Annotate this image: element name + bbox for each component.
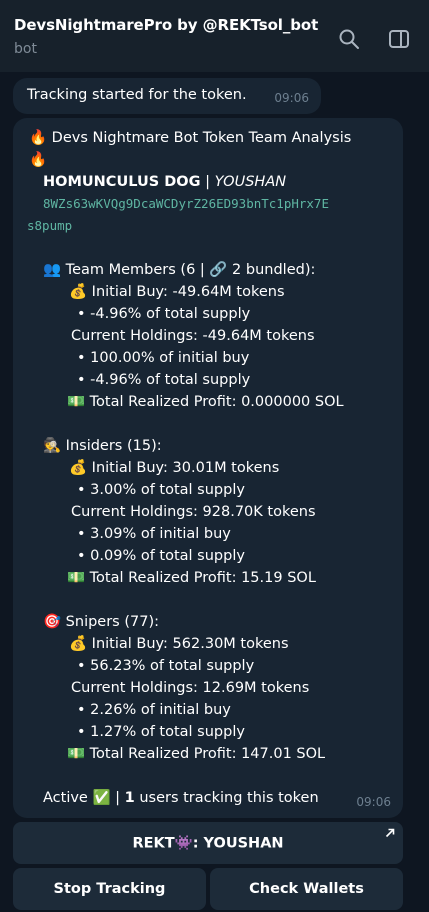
- fire-icon: 🔥: [29, 152, 48, 168]
- message-time: 09:06: [356, 795, 391, 809]
- team-icon: 👥: [43, 262, 62, 278]
- team-heading: 👥 Team Members (6 | 🔗 2 bundled):: [43, 260, 315, 280]
- token-line: HOMUNCULUS DOG | YOUSHAN: [43, 172, 286, 192]
- token-symbol: YOUSHAN: [214, 174, 287, 190]
- insiders-current-holdings: Current Holdings: 928.70K tokens: [71, 504, 316, 520]
- snipers-profit: 💵 Total Realized Profit: 147.01 SOL: [67, 746, 326, 762]
- fire-icon: 🔥: [29, 130, 48, 146]
- tracking-count: 1: [124, 790, 135, 806]
- team-initial-buy: 💰 Initial Buy: -49.64M tokens: [69, 284, 285, 300]
- insiders-pct-initial: • 3.09% of initial buy: [77, 526, 231, 542]
- snipers-pct-initial: • 2.26% of initial buy: [77, 702, 231, 718]
- snipers-initial-supply: • 56.23% of total supply: [77, 658, 255, 674]
- team-heading-text: Team Members (6 | 🔗 2 bundled):: [65, 262, 316, 278]
- message-text: Tracking started for the token.: [27, 87, 247, 103]
- tracking-status: Active ✅ | 1 users tracking this token: [43, 788, 319, 808]
- chat-title[interactable]: DevsNightmarePro by @REKTsol_bot: [14, 16, 318, 34]
- stop-tracking-button[interactable]: Stop Tracking: [13, 868, 206, 910]
- team-pct-initial: • 100.00% of initial buy: [77, 350, 250, 366]
- analysis-title: 🔥 Devs Nightmare Bot Token Team Analysis: [29, 128, 351, 148]
- insiders-heading-text: Insiders (15):: [65, 438, 162, 454]
- team-initial-supply: • -4.96% of total supply: [77, 306, 251, 322]
- insiders-initial-buy: 💰 Initial Buy: 30.01M tokens: [69, 460, 280, 476]
- insiders-pct-supply: • 0.09% of total supply: [77, 548, 245, 564]
- token-separator: |: [200, 174, 215, 190]
- sidebar-toggle-icon[interactable]: [387, 27, 411, 51]
- team-profit: 💵 Total Realized Profit: 0.000000 SOL: [67, 394, 344, 410]
- target-icon: 🎯: [43, 614, 62, 630]
- insiders-profit: 💵 Total Realized Profit: 15.19 SOL: [67, 570, 316, 586]
- analysis-title-text: Devs Nightmare Bot Token Team Analysis: [51, 130, 352, 146]
- external-link-icon: [385, 828, 395, 838]
- check-wallets-button[interactable]: Check Wallets: [210, 868, 403, 910]
- snipers-heading: 🎯 Snipers (77):: [43, 612, 159, 632]
- token-address-cont[interactable]: s8pump: [27, 216, 72, 236]
- active-label: Active ✅ |: [43, 790, 125, 806]
- message-tracking-started: Tracking started for the token. 09:06: [13, 78, 321, 114]
- token-name: HOMUNCULUS DOG: [43, 174, 201, 190]
- stop-tracking-label: Stop Tracking: [53, 881, 166, 897]
- check-wallets-label: Check Wallets: [249, 881, 364, 897]
- snipers-current-holdings: Current Holdings: 12.69M tokens: [71, 680, 310, 696]
- link-button-label: REKT👾: YOUSHAN: [132, 835, 284, 852]
- search-icon[interactable]: [337, 27, 361, 51]
- detective-icon: 🕵: [43, 438, 62, 454]
- team-current-holdings: Current Holdings: -49.64M tokens: [71, 328, 315, 344]
- message-time: 09:06: [274, 91, 309, 105]
- snipers-initial-buy: 💰 Initial Buy: 562.30M tokens: [69, 636, 289, 652]
- snipers-pct-supply: • 1.27% of total supply: [77, 724, 245, 740]
- snipers-heading-text: Snipers (77):: [65, 614, 159, 630]
- chat-subtitle: bot: [14, 41, 37, 57]
- insiders-heading: 🕵 Insiders (15):: [43, 436, 162, 456]
- team-pct-supply: • -4.96% of total supply: [77, 372, 251, 388]
- insiders-initial-supply: • 3.00% of total supply: [77, 482, 245, 498]
- link-button[interactable]: REKT👾: YOUSHAN: [13, 822, 403, 864]
- message-analysis: 🔥 Devs Nightmare Bot Token Team Analysis…: [13, 118, 403, 818]
- tracking-rest: users tracking this token: [134, 790, 319, 806]
- token-address[interactable]: 8WZs63wKVQg9DcaWCDyrZ26ED93bnTc1pHrx7E: [43, 194, 329, 214]
- chat-header: DevsNightmarePro by @REKTsol_bot bot: [0, 0, 429, 72]
